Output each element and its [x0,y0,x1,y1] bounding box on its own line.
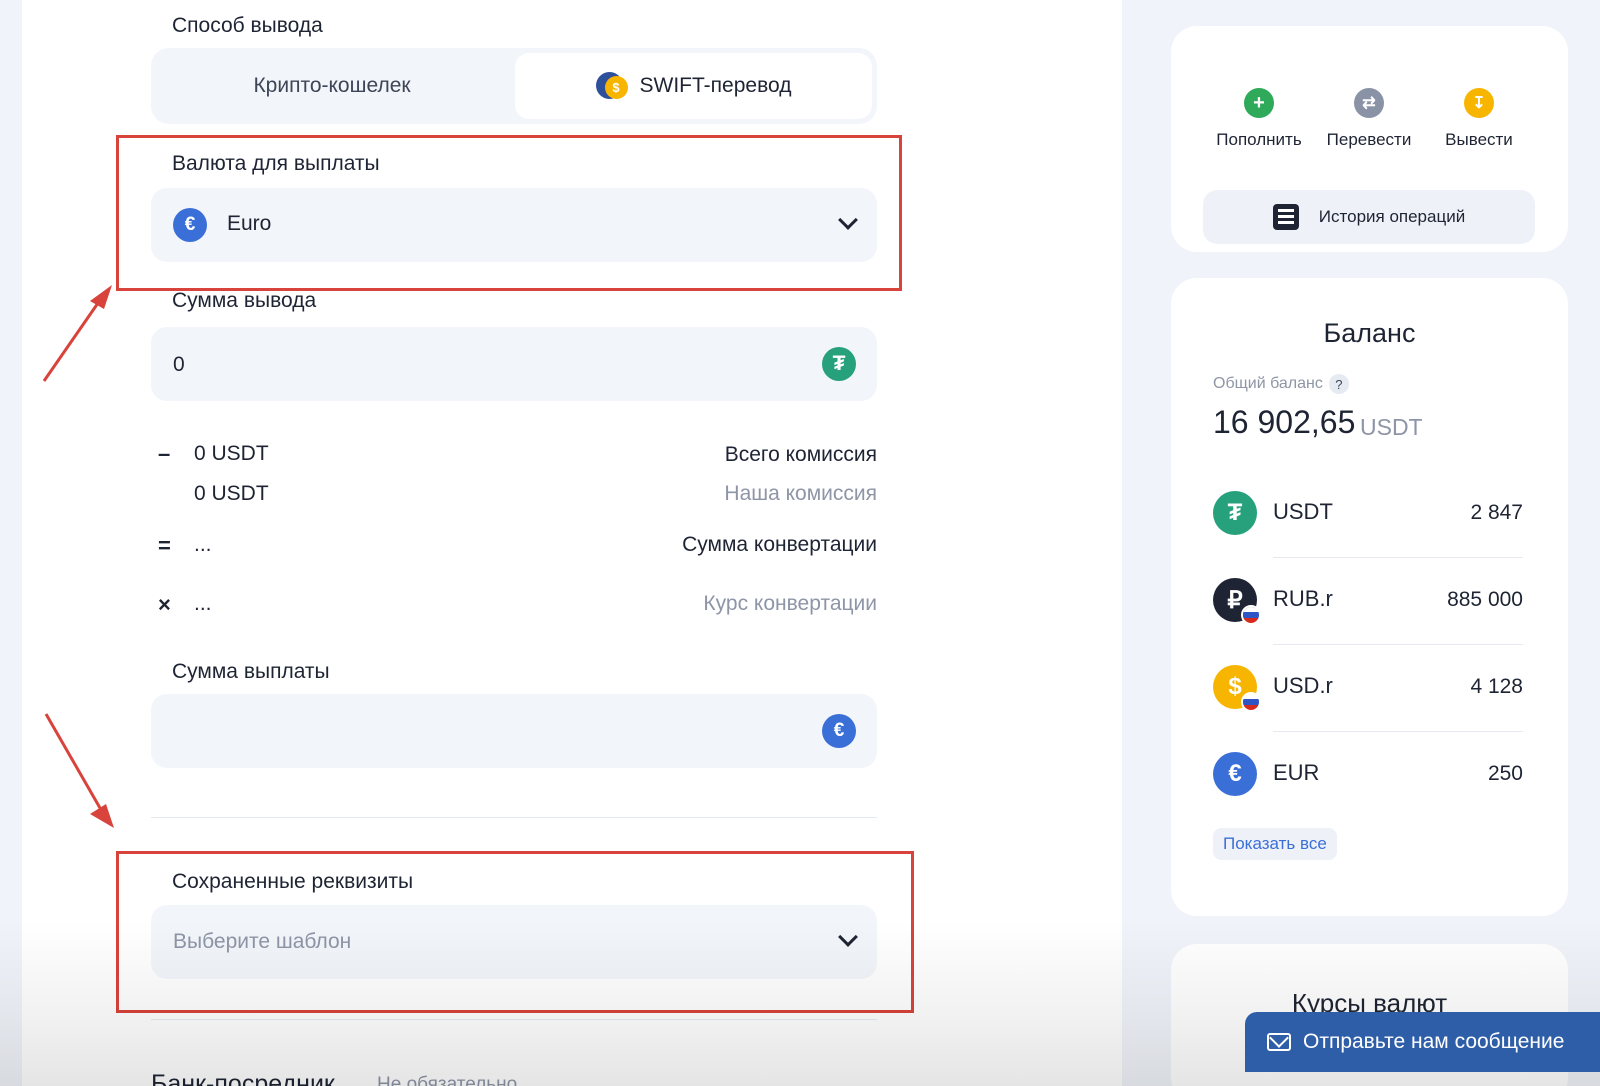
balance-unit: USDT [1360,414,1423,440]
currency-code: RUB.r [1273,586,1333,611]
usdt-icon: ₮ [822,347,856,381]
dollar-icon: $ [1213,665,1261,712]
currency-code: EUR [1273,760,1320,785]
withdraw-button[interactable]: ↧ Вывести [1433,88,1525,150]
ruble-icon: ₽ [1213,578,1261,625]
annotation-arrow-up [42,285,112,382]
swift-coin-icon: $ [595,70,628,102]
currency-code: USDT [1273,499,1333,524]
currency-amount: 4 128 [1470,675,1523,698]
help-icon[interactable]: ? [1328,374,1349,394]
chevron-down-icon [838,210,858,230]
total-fee-value: 0 USDT [194,442,269,465]
saved-details-label: Сохраненные реквизиты [172,870,414,893]
transfer-button[interactable]: ⇄ Перевести [1323,88,1415,150]
conversion-sum-value: ... [194,533,212,556]
russia-flag-icon [1241,692,1261,712]
list-icon [1272,204,1299,230]
times-sign: × [158,592,171,617]
our-fee-label: Наша комиссия [724,482,877,505]
currency-row-rub[interactable]: ₽ RUB.r 885 000 [1213,570,1523,630]
usdt-icon: ₮ [1213,491,1257,535]
divider [151,1019,877,1020]
balance-title: Баланс [1323,318,1416,348]
euro-icon: € [822,714,856,748]
method-label: Способ вывода [172,14,323,37]
withdraw-amount-label: Сумма вывода [172,289,317,312]
deposit-button[interactable]: + Пополнить [1213,88,1305,150]
transfer-icon: ⇄ [1354,88,1384,118]
tab-crypto-wallet[interactable]: Крипто-кошелек [156,53,508,119]
balance-total: 16 902,65 [1213,404,1356,440]
payout-currency-value: Euro [227,212,272,235]
withdraw-amount-input[interactable]: 0 ₮ [151,327,877,401]
send-message-button[interactable]: Отправьте нам сообщение [1245,1012,1600,1072]
saved-details-placeholder: Выберите шаблон [173,930,352,953]
euro-icon: € [1213,752,1257,796]
deposit-label: Пополнить [1216,130,1302,149]
currency-row-usdt[interactable]: ₮ USDT 2 847 [1213,483,1523,543]
currency-amount: 885 000 [1447,588,1523,611]
payout-currency-label: Валюта для выплаты [172,152,380,175]
conversion-rate-value: ... [194,592,212,615]
payout-currency-select[interactable]: € Euro [151,188,877,262]
conversion-sum-label: Сумма конвертации [682,533,877,556]
balance-card: Баланс Общий баланс ? 16 902,65 USDT ₮ U… [1171,278,1568,916]
russia-flag-icon [1241,605,1261,625]
transfer-label: Перевести [1326,130,1412,149]
balance-subtitle: Общий баланс ? [1213,374,1349,394]
withdraw-icon: ↧ [1464,88,1494,118]
row-divider [1273,644,1523,645]
tab-swift-transfer-label: SWIFT-перевод [639,74,792,97]
divider [151,817,877,818]
our-fee-value: 0 USDT [194,482,269,505]
method-tabs: Крипто-кошелек $ SWIFT-перевод [151,48,877,124]
currency-amount: 2 847 [1470,501,1523,524]
send-message-label: Отправьте нам сообщение [1303,1030,1565,1053]
euro-icon: € [173,208,207,242]
balance-subtitle-text: Общий баланс [1213,375,1323,392]
withdraw-label: Вывести [1445,130,1513,149]
currency-row-eur[interactable]: € EUR 250 [1213,744,1523,804]
show-all-button[interactable]: Показать все [1213,828,1337,860]
row-divider [1273,731,1523,732]
currency-code: USD.r [1273,673,1333,698]
actions-card: + Пополнить ⇄ Перевести ↧ Вывести Истори… [1171,26,1568,252]
history-button-label: История операций [1318,207,1466,226]
plus-icon: + [1244,88,1274,118]
minus-sign: – [158,441,171,466]
currency-amount: 250 [1487,762,1523,785]
payout-amount-input[interactable]: € [151,694,877,768]
bank-section-note: Не обязательно [377,1074,518,1086]
bank-section-title: Банк-посредник [151,1070,335,1086]
withdraw-amount-value: 0 [173,353,185,376]
conversion-rate-label: Курс конвертации [703,592,877,615]
chevron-down-icon [838,927,858,947]
payout-amount-label: Сумма выплаты [172,660,330,683]
tab-swift-transfer[interactable]: $ SWIFT-перевод [515,53,872,119]
annotation-arrow-down [44,713,114,828]
saved-details-select[interactable]: Выберите шаблон [151,905,877,979]
total-fee-label: Всего комиссия [724,443,877,466]
tab-crypto-wallet-label: Крипто-кошелек [253,74,411,97]
history-button[interactable]: История операций [1203,190,1535,244]
row-divider [1273,557,1523,558]
equals-sign: = [158,533,171,558]
currency-row-usd[interactable]: $ USD.r 4 128 [1213,657,1523,717]
mail-icon [1267,1033,1291,1051]
